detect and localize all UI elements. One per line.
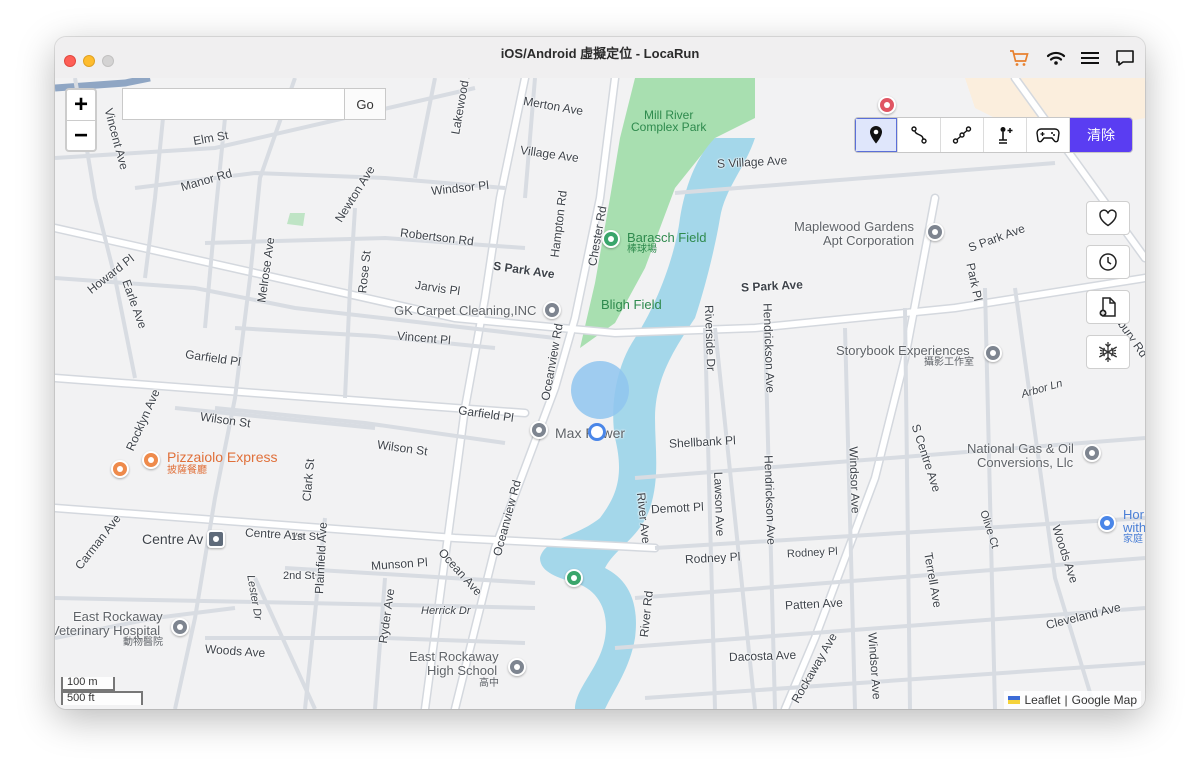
- road-label-munson-pl: Munson Pl: [370, 555, 429, 573]
- poi-label-centre-av-station: Centre Av: [142, 531, 204, 547]
- joystick-mode-button[interactable]: [984, 118, 1027, 152]
- road-label-clark-st: Clark St: [299, 458, 318, 502]
- clear-button[interactable]: 清除: [1070, 118, 1132, 152]
- zoom-out-button[interactable]: −: [67, 120, 95, 151]
- poi-label-national-gas-2: Conversions, Llc: [977, 455, 1074, 470]
- poi-label-storybook-sub: 攝影工作室: [924, 357, 974, 368]
- poi-pin-gk-carpet[interactable]: [543, 301, 561, 319]
- park-label-barasch: Barasch Field: [627, 230, 707, 245]
- poi-label-vet-2: Veterinary Hospital: [55, 623, 161, 638]
- location-pin-icon: [870, 126, 882, 144]
- search-box: Go: [122, 88, 386, 120]
- road-label-hendrickson-ave-1: Hendrickson Ave: [760, 302, 778, 394]
- import-gpx-button[interactable]: [1086, 290, 1130, 324]
- poi-pin-maplewood[interactable]: [926, 223, 944, 241]
- road-label-2nd-st: 2nd St: [283, 570, 315, 582]
- poi-pin-vet[interactable]: [171, 618, 189, 636]
- wifi-icon[interactable]: [1044, 47, 1068, 69]
- gamepad-mode-button[interactable]: [1027, 118, 1070, 152]
- poi-pin-national-gas[interactable]: [1083, 444, 1101, 462]
- road-label-riverside-dr: Riverside Dr: [701, 304, 719, 372]
- poi-label-maplewood-2: Apt Corporation: [823, 233, 915, 248]
- window-title: iOS/Android 虛擬定位 - LocaRun: [500, 46, 700, 61]
- road-label-dacosta-ave: Dacosta Ave: [728, 647, 797, 665]
- road-label-shellbank-pl: Shellbank Pl: [668, 433, 737, 451]
- road-label-s-village-ave: S Village Ave: [716, 153, 788, 171]
- poi-label-pizzaiolo-sub: 披薩餐廳: [167, 465, 207, 476]
- mode-toolbar: 清除: [854, 117, 1133, 153]
- search-input[interactable]: [123, 89, 344, 119]
- heart-icon: [1099, 209, 1117, 227]
- poi-label-max-power: Max Power: [555, 425, 626, 441]
- go-button[interactable]: Go: [344, 89, 385, 119]
- poi-label-maplewood-1: Maplewood Gardens: [794, 219, 914, 234]
- poi-label-vet-1: East Rockaway: [73, 609, 163, 624]
- multi-spot-route-icon: [952, 126, 972, 144]
- freeze-button[interactable]: [1086, 335, 1130, 369]
- road-label-windsor-ave-1: Windsor Ave: [846, 446, 863, 514]
- snowflake-icon: [1098, 342, 1118, 362]
- poi-label-hor-2: with: [1123, 520, 1145, 535]
- restaurant-icon[interactable]: [142, 451, 160, 469]
- menu-icon[interactable]: [1078, 47, 1102, 69]
- road-label-hendrickson-ave-2: Hendrickson Ave: [761, 454, 779, 546]
- school-icon[interactable]: [508, 658, 526, 676]
- poi-label-storybook: Storybook Experiences: [836, 343, 970, 358]
- cafe-icon[interactable]: [111, 460, 129, 478]
- road-label-herrick-dr: Herrick Dr: [421, 605, 471, 617]
- poi-label-gk-carpet: GK Carpet Cleaning,INC: [394, 303, 537, 318]
- poi-label-hor-sub: 家庭: [1123, 534, 1143, 545]
- joystick-icon: [999, 127, 1013, 144]
- road-label-demott-pl: Demott Pl: [650, 499, 705, 517]
- park-pin-unnamed[interactable]: [565, 569, 583, 587]
- map-scale: 100 m 500 ft: [61, 677, 143, 705]
- road-label-rodney-pl-1: Rodney Pl: [684, 549, 741, 567]
- teleport-mode-button[interactable]: [855, 118, 898, 152]
- park-label-mill-river: Mill River Complex Park: [631, 108, 707, 134]
- cart-icon[interactable]: [1007, 47, 1031, 69]
- map-attribution: Leaflet | Google Map: [1004, 691, 1141, 709]
- titlebar: iOS/Android 虛擬定位 - LocaRun: [55, 37, 1145, 79]
- two-spot-route-icon: [911, 126, 927, 144]
- road-label-lawson-ave: Lawson Ave: [711, 471, 728, 537]
- attribution-separator: |: [1064, 693, 1068, 707]
- zoom-control: + −: [65, 88, 97, 152]
- zoom-in-button[interactable]: +: [67, 90, 95, 120]
- poi-pin-hor[interactable]: [1098, 514, 1116, 532]
- leaflet-link[interactable]: Leaflet: [1024, 693, 1060, 707]
- chat-icon[interactable]: [1113, 47, 1137, 69]
- poi-pin-max-power[interactable]: [530, 421, 548, 439]
- road-label-plainfield-ave: Plainfield Ave: [312, 521, 330, 595]
- ukraine-flag-icon: [1008, 696, 1021, 704]
- map-view[interactable]: Mill River Complex Park Barasch Field 棒球…: [55, 78, 1145, 709]
- road-label-patten-ave: Patten Ave: [784, 595, 844, 613]
- history-button[interactable]: [1086, 245, 1130, 279]
- app-window: iOS/Android 虛擬定位 - LocaRun Mill River Co…: [55, 37, 1145, 709]
- scale-imperial: 500 ft: [61, 691, 143, 705]
- park-label-bligh: Bligh Field: [601, 297, 662, 312]
- poi-pin-storybook[interactable]: [984, 344, 1002, 362]
- favorite-button[interactable]: [1086, 201, 1130, 235]
- clock-icon: [1099, 253, 1117, 271]
- multi-spot-route-button[interactable]: [941, 118, 984, 152]
- current-location-marker[interactable]: [591, 426, 603, 438]
- road-label-s-park-ave-2: S Park Ave: [740, 277, 804, 295]
- poi-label-vet-sub: 動物醫院: [123, 637, 163, 648]
- poi-label-school-2: High School: [427, 663, 498, 678]
- poi-label-school-sub: 高中: [479, 678, 499, 689]
- file-import-icon: [1099, 297, 1116, 317]
- gamepad-icon: [1036, 128, 1060, 143]
- park-label-barasch-sub: 棒球場: [627, 244, 657, 255]
- poi-label-national-gas-1: National Gas & Oil: [967, 441, 1074, 456]
- shop-icon[interactable]: [878, 96, 896, 114]
- poi-label-school-1: East Rockaway: [409, 649, 499, 664]
- train-station-icon[interactable]: [207, 530, 225, 548]
- poi-label-pizzaiolo: Pizzaiolo Express: [167, 449, 278, 465]
- two-spot-route-button[interactable]: [898, 118, 941, 152]
- scale-metric: 100 m: [61, 677, 115, 691]
- map-provider-link[interactable]: Google Map: [1072, 693, 1137, 707]
